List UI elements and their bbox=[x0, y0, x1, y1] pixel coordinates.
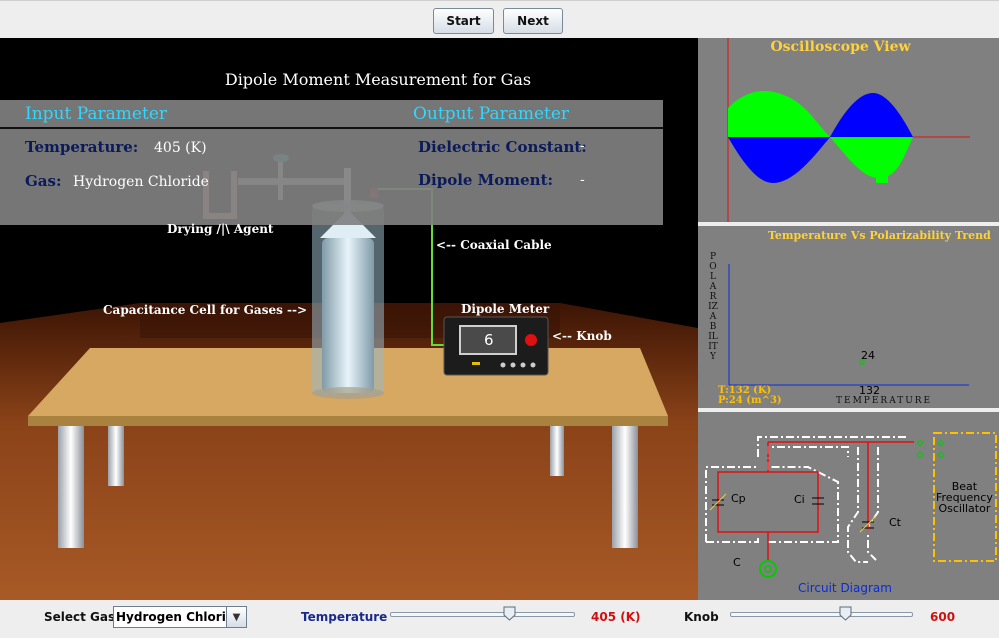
parameter-panel: Input Parameter Output Parameter Tempera… bbox=[0, 100, 663, 225]
table-leg-back-left bbox=[108, 426, 124, 486]
circuit-ground-inner bbox=[764, 565, 772, 573]
trend-title: Temperature Vs Polarizability Trend bbox=[768, 229, 991, 242]
temperature-control-value: 405 (K) bbox=[591, 610, 641, 624]
top-toolbar: Start Next bbox=[0, 0, 999, 38]
cp-label: Cp bbox=[731, 492, 746, 505]
lab-scene: Dipole Moment Measurement for Gas Input … bbox=[0, 38, 698, 600]
temperature-label: Temperature: bbox=[25, 138, 139, 156]
knob-slider[interactable] bbox=[730, 606, 913, 621]
table-leg-front-right bbox=[612, 426, 638, 548]
gas-label: Gas: bbox=[25, 172, 62, 190]
capacitance-cell-label: Capacitance Cell for Gases --> bbox=[103, 303, 308, 317]
trend-panel: Temperature Vs Polarizability Trend POLA… bbox=[698, 226, 999, 410]
trend-y-axis-label: POLARIZABILITY bbox=[708, 252, 718, 362]
temperature-control-label: Temperature bbox=[301, 610, 388, 624]
trend-point-p-label: 24 bbox=[861, 349, 875, 362]
chevron-down-icon[interactable]: ▼ bbox=[226, 607, 246, 627]
trend-x-axis-label: TEMPERATURE bbox=[836, 396, 933, 406]
dipole-meter-knob[interactable] bbox=[525, 334, 537, 346]
osc-wave-blue-1 bbox=[728, 137, 830, 183]
table-edge bbox=[28, 416, 668, 426]
next-button[interactable]: Next bbox=[503, 8, 563, 34]
oscilloscope-title: Oscilloscope View bbox=[770, 39, 911, 55]
osc-wave-blue-2 bbox=[830, 93, 913, 137]
meter-button-1 bbox=[500, 362, 506, 368]
trend-point-t-label: 132 bbox=[859, 384, 880, 397]
input-parameter-header: Input Parameter bbox=[25, 104, 168, 124]
circuit-wires bbox=[717, 441, 914, 562]
dipole-meter-label: Dipole Meter bbox=[461, 302, 550, 316]
output-parameter-header: Output Parameter bbox=[413, 104, 570, 124]
scene-title: Dipole Moment Measurement for Gas bbox=[224, 70, 532, 89]
knob-control-value: 600 bbox=[930, 610, 956, 624]
coaxial-cable-label: <-- Coaxial Cable bbox=[436, 238, 552, 252]
dipole-meter-readout: 6 bbox=[484, 331, 494, 349]
capacitance-cell-base bbox=[312, 387, 384, 399]
oscillator-label-line-3: Oscillator bbox=[938, 502, 991, 515]
osc-wave-green-tail bbox=[876, 137, 888, 183]
gas-select-value: Hydrogen Chloride bbox=[116, 610, 243, 624]
dipole-moment-value: - bbox=[580, 172, 585, 188]
meter-button-2 bbox=[510, 362, 516, 368]
header-divider bbox=[0, 127, 663, 129]
oscillator-label: Beat Frequency Oscillator bbox=[936, 481, 993, 514]
circuit-ground-outer bbox=[759, 560, 777, 578]
dielectric-constant-value: - bbox=[580, 138, 585, 154]
oscilloscope-plot bbox=[727, 38, 970, 222]
table-leg-front-left bbox=[58, 426, 84, 548]
dielectric-constant-label: Dielectric Constant: bbox=[418, 138, 587, 156]
oscillator-terminals bbox=[916, 439, 945, 459]
app-window: Start Next Dipole Moment Measurement for… bbox=[0, 0, 999, 638]
trend-plot bbox=[728, 264, 969, 386]
knob-label: <-- Knob bbox=[552, 329, 612, 343]
ct-label: Ct bbox=[889, 516, 901, 529]
trend-p-readout: P:24 (m^3) bbox=[718, 395, 782, 406]
table-leg-back-right bbox=[550, 426, 564, 476]
c-label: C bbox=[733, 556, 741, 569]
temperature-slider[interactable] bbox=[390, 606, 575, 621]
gas-select[interactable]: Hydrogen Chloride ▼ bbox=[113, 606, 247, 628]
meter-indicator bbox=[472, 362, 480, 365]
select-gas-label: Select Gas bbox=[44, 610, 116, 624]
circuit-diagram-title: Circuit Diagram bbox=[798, 581, 892, 595]
meter-button-4 bbox=[530, 362, 536, 368]
circuit-panel: Cp Ci Ct C Beat Frequency Oscillator Cir… bbox=[698, 412, 999, 600]
gas-value: Hydrogen Chloride bbox=[73, 174, 209, 190]
osc-wave-green-1 bbox=[728, 91, 830, 137]
meter-button-3 bbox=[520, 362, 526, 368]
ci-label: Ci bbox=[794, 493, 805, 506]
oscilloscope-panel: Oscilloscope View bbox=[698, 38, 999, 224]
capacitance-cell-inner bbox=[322, 238, 374, 393]
temperature-slider-thumb[interactable] bbox=[503, 606, 516, 621]
bottom-controls: Select Gas Hydrogen Chloride ▼ Temperatu… bbox=[0, 600, 999, 638]
temperature-value: 405 (K) bbox=[154, 140, 207, 156]
knob-slider-thumb[interactable] bbox=[839, 606, 852, 621]
knob-control-label: Knob bbox=[684, 610, 719, 624]
drying-agent-label: Drying /|\ Agent bbox=[167, 222, 274, 236]
start-button[interactable]: Start bbox=[433, 8, 494, 34]
dipole-moment-label: Dipole Moment: bbox=[418, 171, 554, 189]
